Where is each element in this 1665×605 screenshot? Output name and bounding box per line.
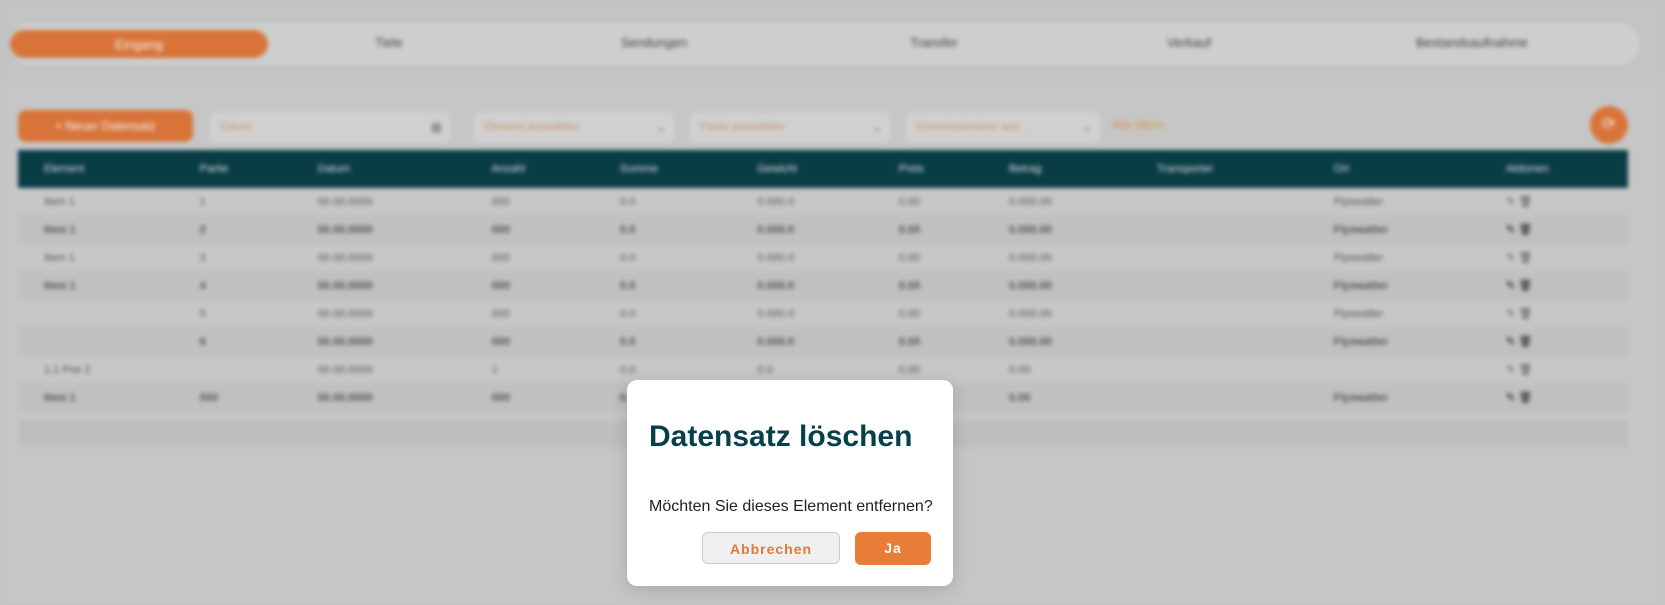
cancel-button[interactable]: Abbrechen xyxy=(702,532,840,564)
dialog-message: Möchten Sie dieses Element entfernen? xyxy=(649,498,933,515)
delete-dialog: Datensatz löschen Möchten Sie dieses Ele… xyxy=(627,380,953,586)
dialog-title: Datensatz löschen xyxy=(649,420,913,453)
confirm-button[interactable]: Ja xyxy=(855,532,931,565)
